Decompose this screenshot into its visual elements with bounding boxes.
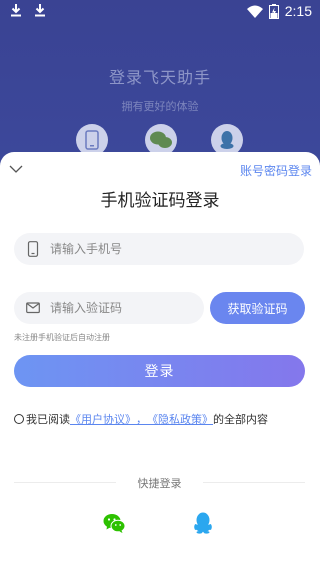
phone-input[interactable] <box>50 242 304 256</box>
agreement-radio[interactable] <box>14 414 24 424</box>
quick-login-label: 快捷登录 <box>137 477 182 490</box>
register-hint: 未注册手机验证后自动注册 <box>14 333 110 342</box>
bg-subtitle: 拥有更好的体验 <box>121 100 199 113</box>
phone-field[interactable] <box>14 233 304 265</box>
download-icon <box>35 4 45 17</box>
login-button[interactable]: 登录 <box>14 355 305 387</box>
agreement-row: 我已阅读 《用户协议》 ， 《隐私政策》 的全部内容 <box>14 411 268 427</box>
password-login-link[interactable]: 账号密码登录 <box>240 162 312 179</box>
code-input[interactable] <box>50 301 204 315</box>
battery-charging-icon <box>268 3 279 19</box>
privacy-policy-link[interactable]: 《隐私政策》 <box>147 411 213 427</box>
agreement-prefix: 我已阅读 <box>26 413 70 426</box>
download-icon <box>11 4 21 17</box>
wechat-icon[interactable] <box>103 512 125 534</box>
chevron-down-icon[interactable] <box>8 162 24 176</box>
get-code-button[interactable]: 获取验证码 <box>210 292 305 324</box>
wifi-icon <box>246 5 263 18</box>
bg-title: 登录飞天助手 <box>108 68 211 87</box>
qq-icon[interactable] <box>192 512 214 534</box>
envelope-icon <box>26 302 40 314</box>
clock: 2:15 <box>284 3 312 19</box>
agreement-suffix: 的全部内容 <box>213 413 268 426</box>
login-sheet: 账号密码登录 手机验证码登录 获取验证码 未注册手机验证后自动注册 登录 我已阅… <box>0 152 320 575</box>
code-field[interactable] <box>14 292 204 324</box>
quick-login-divider: 快捷登录 <box>14 474 305 490</box>
agreement-separator: ， <box>136 413 147 426</box>
page-title: 手机验证码登录 <box>100 191 220 211</box>
divider-right <box>203 482 305 483</box>
phone-icon <box>27 241 39 257</box>
user-agreement-link[interactable]: 《用户协议》 <box>70 411 136 427</box>
status-bar: 2:15 <box>0 0 320 24</box>
